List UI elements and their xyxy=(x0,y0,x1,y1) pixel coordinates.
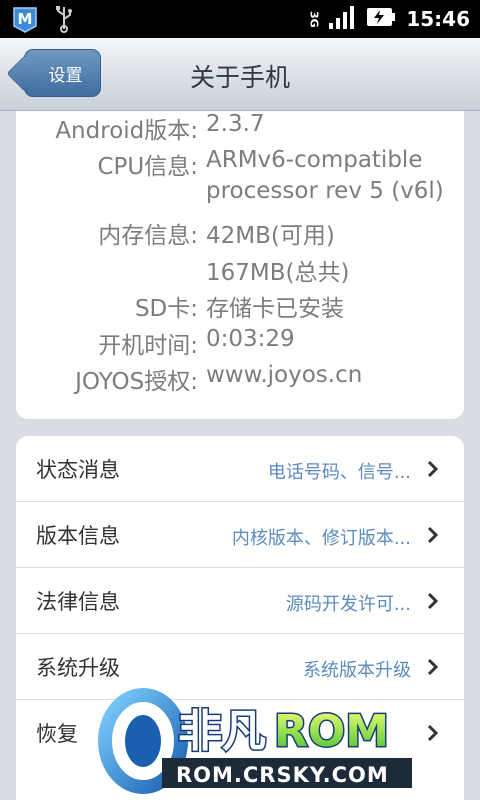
joyos-license-label: JOYOS授权: xyxy=(75,369,198,395)
svg-text:ROM: ROM xyxy=(274,706,389,757)
memory-label: 内存信息: xyxy=(98,223,198,249)
signal-icon xyxy=(328,4,356,34)
clock: 15:46 xyxy=(406,7,470,31)
sd-card-label: SD卡: xyxy=(134,296,198,322)
list-item-title: 状态消息 xyxy=(36,458,120,482)
joyos-license-value: www.joyos.cn xyxy=(206,362,363,388)
list-item-version[interactable]: 版本信息 内核版本、修订版本... xyxy=(16,502,464,568)
list-item-title: 版本信息 xyxy=(36,524,120,548)
memory-available-value: 42MB(可用) xyxy=(206,223,335,249)
chevron-right-icon xyxy=(427,658,439,676)
usb-icon xyxy=(54,5,74,37)
uptime-value: 0:03:29 xyxy=(206,326,295,352)
list-item-status[interactable]: 状态消息 电话号码、信号... xyxy=(16,436,464,502)
crsky-watermark-logo: 非凡 ROM ROM.CRSKY.COM xyxy=(98,686,428,796)
list-item-legal[interactable]: 法律信息 源码开发许可... xyxy=(16,568,464,634)
network-type-label: 3G xyxy=(307,10,321,28)
battery-charging-icon xyxy=(366,6,396,32)
crsky-logo-icon: 非凡 ROM ROM.CRSKY.COM xyxy=(98,688,412,794)
chevron-right-icon xyxy=(427,460,439,478)
list-item-title: 恢复 xyxy=(36,722,78,746)
app-m-icon: M xyxy=(10,4,40,38)
title-bar: 设置 关于手机 xyxy=(0,38,480,111)
android-version-label: Android版本: xyxy=(55,118,198,144)
list-item-title: 系统升级 xyxy=(36,656,120,680)
list-item-subtitle: 源码开发许可... xyxy=(285,594,411,615)
status-right: 3G 15:46 xyxy=(307,4,470,34)
svg-text:ROM.CRSKY.COM: ROM.CRSKY.COM xyxy=(176,763,389,787)
chevron-right-icon xyxy=(427,526,439,544)
device-info-card: Android版本: 2.3.7 CPU信息: ARMv6-compatible… xyxy=(16,111,464,419)
uptime-label: 开机时间: xyxy=(98,333,198,359)
memory-total-value: 167MB(总共) xyxy=(206,260,350,286)
sd-card-value: 存储卡已安装 xyxy=(206,296,344,322)
cpu-value-line1: ARMv6-compatible xyxy=(206,147,423,173)
cpu-label: CPU信息: xyxy=(97,154,198,180)
list-item-subtitle: 电话号码、信号... xyxy=(267,462,411,483)
list-item-title: 法律信息 xyxy=(36,590,120,614)
back-button-label: 设置 xyxy=(48,65,83,86)
status-left: M xyxy=(10,4,74,38)
status-bar: M 3G 15:46 xyxy=(0,0,480,38)
chevron-right-icon xyxy=(427,592,439,610)
chevron-right-icon xyxy=(427,724,439,742)
android-version-value: 2.3.7 xyxy=(206,111,265,137)
svg-text:M: M xyxy=(18,10,33,28)
list-item-subtitle: 系统版本升级 xyxy=(303,660,411,681)
svg-text:非凡: 非凡 xyxy=(178,706,266,757)
cpu-value-line2: processor rev 5 (v6l) xyxy=(206,178,444,204)
list-item-subtitle: 内核版本、修订版本... xyxy=(231,528,411,549)
